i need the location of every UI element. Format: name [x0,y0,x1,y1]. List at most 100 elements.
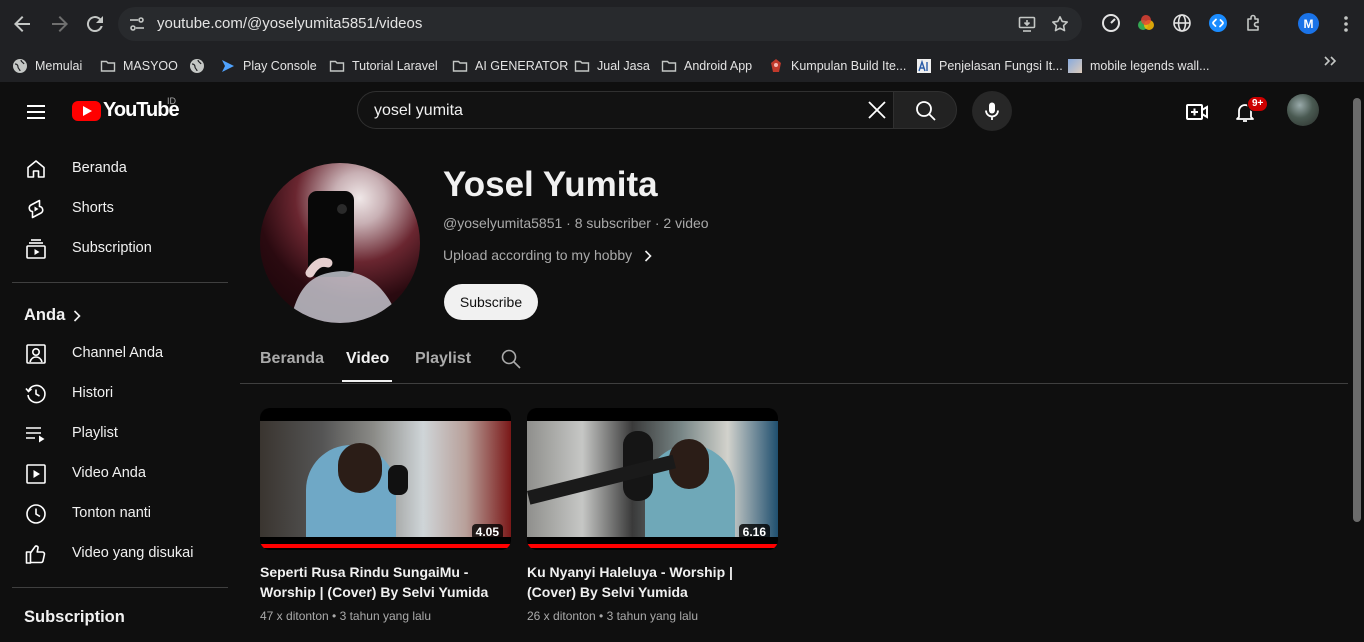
tab-beranda[interactable]: Beranda [260,350,324,368]
extension-color-icon[interactable] [1136,13,1156,33]
sidebar-you-heading[interactable]: Anda [24,306,65,325]
channel-name: Yosel Yumita [443,165,658,204]
microphone-icon [985,102,999,120]
site-info-icon[interactable] [128,15,146,33]
search-input[interactable] [372,92,856,130]
youtube-logo[interactable]: YouTube [72,99,180,122]
browser-toolbar: youtube.com/@yoselyumita5851/videos M [0,0,1364,48]
bookmarks-bar: Memulai MASYOO Play Console Tutorial Lar… [0,48,1364,83]
bookmark-jual-jasa[interactable]: Jual Jasa [574,53,650,79]
scrollbar-thumb[interactable] [1353,98,1361,522]
play-console-icon [220,58,236,74]
browser-profile-avatar[interactable]: M [1298,13,1319,34]
folder-icon [661,58,677,74]
folder-icon [574,58,590,74]
search-box[interactable] [357,91,893,130]
forward-arrow-icon[interactable] [48,12,72,36]
video-duration: 4.05 [471,524,503,540]
sidebar-item-video-disukai[interactable]: Video yang disukai [12,534,228,574]
channel-avatar-photo [290,191,400,323]
tab-video[interactable]: Video [346,350,389,368]
channel-avatar[interactable] [260,163,420,323]
reload-icon[interactable] [83,12,107,36]
site-favicon-icon [916,58,932,74]
bookmark-play-console[interactable]: Play Console [220,53,317,79]
extensions-puzzle-icon[interactable] [1244,13,1264,33]
chevron-right-icon[interactable] [70,309,84,323]
shorts-icon [24,197,48,221]
sidebar-item-tonton-nanti[interactable]: Tonton nanti [12,494,228,534]
extension-speed-icon[interactable] [1101,13,1121,33]
channel-description[interactable]: Upload according to my hobby [443,247,632,263]
tab-playlist[interactable]: Playlist [415,350,471,368]
bookmark-mobile-legends[interactable]: mobile legends wall... [1067,53,1210,79]
sidebar-item-subscription[interactable]: Subscription [12,229,228,269]
youtube-play-icon [72,100,101,121]
video-meta: 26 x ditonton • 3 tahun yang lalu [527,609,698,623]
sidebar-divider [12,587,228,588]
search-icon [916,101,936,121]
video-thumbnail[interactable]: 4.05 [260,408,511,550]
bookmark-kumpulan-build[interactable]: Kumpulan Build Ite... [768,53,906,79]
folder-icon [452,58,468,74]
sidebar-subscriptions-heading: Subscription [24,608,125,626]
chevron-double-right-icon[interactable] [1322,53,1338,69]
menu-hamburger-icon[interactable] [24,100,48,124]
sidebar-divider [12,282,228,283]
globe-icon [189,58,205,74]
browser-menu-icon[interactable] [1337,14,1355,34]
your-videos-icon [24,462,48,486]
search-button[interactable] [893,91,957,129]
tabs-divider [240,383,1348,384]
subscribe-button[interactable]: Subscribe [444,284,538,320]
watch-progress-bar [260,544,511,548]
bookmark-ai-generator[interactable]: AI GENERATOR [452,53,568,79]
site-favicon-icon [768,58,784,74]
bookmark-android-app[interactable]: Android App [661,53,752,79]
playlist-icon [24,422,48,446]
channel-search-icon[interactable] [500,348,522,370]
chevron-right-icon[interactable] [641,249,655,263]
microphone-shape [388,465,408,495]
image-favicon-icon [1067,58,1083,74]
video-duration: 6.16 [738,524,770,540]
install-app-icon[interactable] [1018,15,1036,33]
sidebar-item-channel-anda[interactable]: Channel Anda [12,334,228,374]
url-text: youtube.com/@yoselyumita5851/videos [157,15,423,32]
watch-progress-bar [527,544,778,548]
sidebar-item-video-anda[interactable]: Video Anda [12,454,228,494]
sidebar-item-histori[interactable]: Histori [12,374,228,414]
sidebar-item-beranda[interactable]: Beranda [12,149,228,189]
country-code: ID [167,96,176,106]
thumbnail-image [527,421,778,537]
voice-search-button[interactable] [972,91,1012,131]
account-avatar[interactable] [1287,94,1319,126]
bookmark-globe[interactable] [189,53,212,79]
liked-videos-icon [24,542,48,566]
home-icon [24,157,48,181]
video-thumbnail[interactable]: 6.16 [527,408,778,550]
folder-icon [329,58,345,74]
folder-icon [100,58,116,74]
globe-icon [12,58,28,74]
bookmark-penjelasan-fungsi[interactable]: Penjelasan Fungsi It... [916,53,1063,79]
bookmark-masyoo[interactable]: MASYOO [100,53,178,79]
bookmark-memulai[interactable]: Memulai [12,53,82,79]
video-title[interactable]: Seperti Rusa Rindu SungaiMu - Worship | … [260,562,500,602]
extension-globe-icon[interactable] [1172,13,1192,33]
sidebar-item-shorts[interactable]: Shorts [12,189,228,229]
bookmark-star-icon[interactable] [1051,15,1069,33]
create-video-icon[interactable] [1185,100,1209,124]
bookmark-tutorial-laravel[interactable]: Tutorial Laravel [329,53,438,79]
extension-shazam-icon[interactable] [1208,13,1228,33]
notification-badge: 9+ [1247,96,1269,112]
address-bar[interactable]: youtube.com/@yoselyumita5851/videos [118,7,1082,41]
clear-search-icon[interactable] [866,99,888,121]
history-icon [24,382,48,406]
sidebar-item-playlist[interactable]: Playlist [12,414,228,454]
video-title[interactable]: Ku Nyanyi Haleluya - Worship | (Cover) B… [527,562,767,602]
youtube-page: YouTube ID 9+ Beranda Shorts Subscriptio… [0,82,1364,642]
back-arrow-icon[interactable] [10,12,34,36]
your-channel-icon [24,342,48,366]
thumbnail-image [260,421,511,537]
